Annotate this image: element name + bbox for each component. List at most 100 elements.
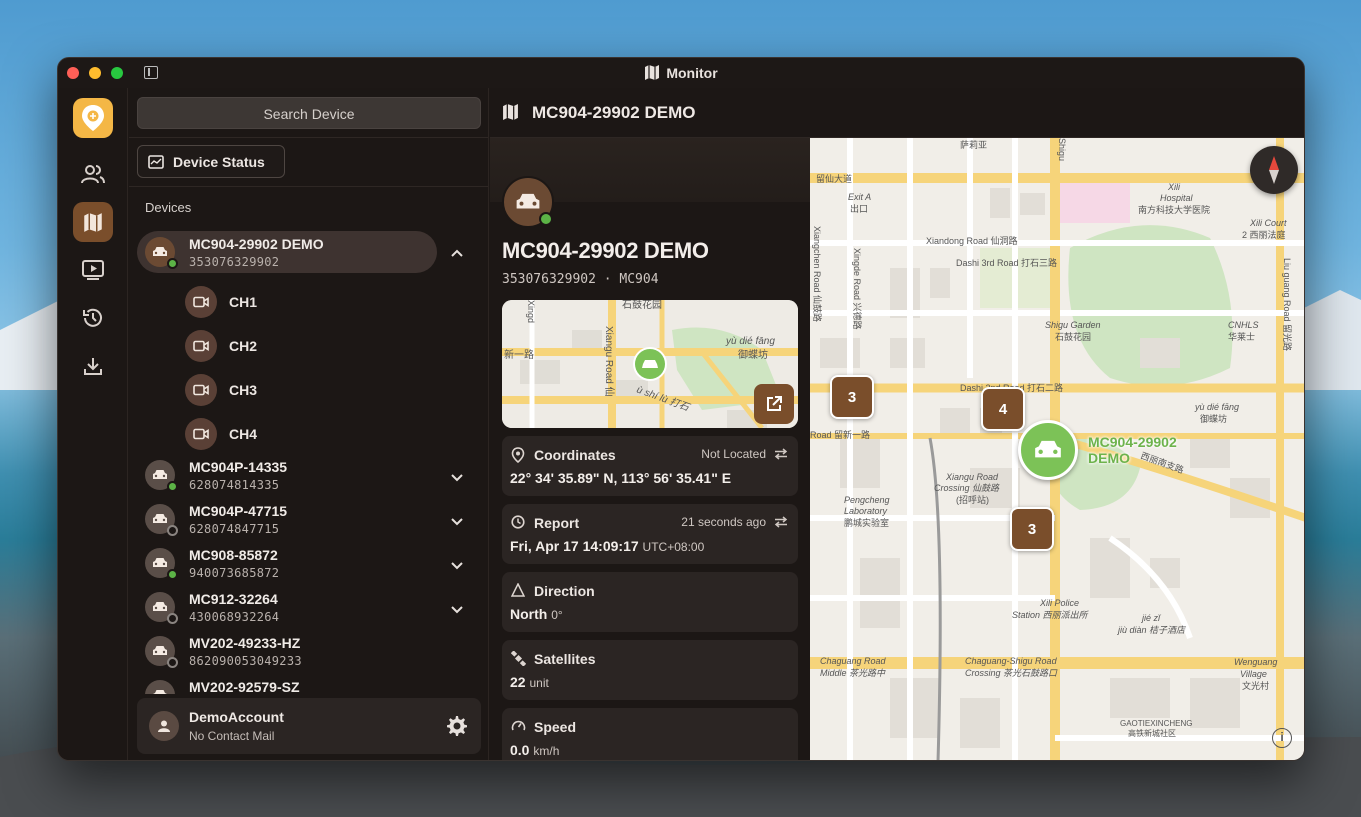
map-label: 华莱士 [1228,331,1255,342]
offline-status-dot [167,657,178,668]
offline-status-dot [167,525,178,536]
page-title: MC904-29902 DEMO [532,103,696,122]
device-avatar [145,636,178,668]
device-name: MC912-32264 [189,591,278,607]
playback-nav-button[interactable] [73,250,113,290]
marker-label-line: MC904-29902 [1088,434,1177,450]
map-label: CNHLS [1228,320,1259,330]
compass-icon [1269,156,1279,184]
device-row[interactable]: MC904P-47715 628074847715 [137,498,437,540]
chevron-down-icon[interactable] [451,603,463,615]
device-name: MC904-29902 DEMO [189,236,324,252]
device-status-button[interactable]: Device Status [137,145,285,178]
map-icon [645,65,660,80]
open-external-button[interactable] [754,384,794,424]
gear-icon[interactable] [445,714,469,738]
map-cluster-marker[interactable]: 3 [830,375,874,419]
online-status-dot [167,569,178,580]
device-name: MC904P-47715 [189,503,288,519]
search-device-button[interactable]: Search Device [137,97,481,129]
car-icon [1035,440,1061,458]
speed-value: 0.0 [510,742,530,758]
map-label: Crossing 茶光石鼓路口 [965,668,1058,678]
map-label: Chaguang Road [820,656,887,666]
map-label: Wenguang [1234,657,1277,667]
nav-rail [58,88,128,760]
car-icon [516,193,540,209]
window-title: Monitor [666,65,718,81]
camera-icon [185,286,217,318]
map-icon [503,104,518,120]
camera-icon [185,330,217,362]
user-avatar-icon [149,711,179,741]
map-icon [84,212,102,232]
map-cluster-marker[interactable]: 4 [981,387,1025,431]
speedometer-icon [511,720,526,731]
download-nav-button[interactable] [73,346,113,386]
map-label: Crossing 仙鼓路 [934,483,1000,493]
satellites-card: Satellites 22 unit [502,640,798,700]
map-label: Pengcheng [844,495,890,505]
map-label: Hospital [1160,193,1194,203]
direction-card: Direction North 0° [502,572,798,632]
map-view[interactable]: 萨莉亚 留仙大道 Exit A 出口 Xili Hospital 南方科技大学医… [810,138,1304,760]
content-header: MC904-29902 DEMO [490,88,1304,138]
device-row[interactable]: MV202-92579-SZ [137,674,437,694]
map-label: 鹏城实验室 [844,517,889,528]
compass-button[interactable] [1250,146,1298,194]
satellites-value: 22 [510,674,526,690]
chevron-up-icon[interactable] [451,248,463,260]
device-imei: 430068932264 [189,610,280,624]
map-label: Xili Police [1039,598,1079,608]
account-card[interactable]: DemoAccount No Contact Mail [137,698,481,754]
map-label: Road 留新一路 [810,429,870,440]
satellites-unit: unit [529,676,549,690]
users-nav-button[interactable] [73,154,113,194]
device-avatar [145,237,178,269]
mini-map[interactable]: 石鼓花园 yù dié fāng 御蝶坊 新一路 Xiangu Road 仙 ù… [502,300,798,428]
map-label: 御蝶坊 [738,348,768,361]
title-bar: Monitor [58,58,1304,88]
online-status-dot [167,258,178,269]
coordinates-card: Coordinates Not Located 22° 34' 35.89" N… [502,436,798,496]
online-status-dot [539,212,553,226]
device-row[interactable]: MC908-85872 940073685872 [137,542,437,584]
video-play-icon [82,260,104,280]
satellites-title: Satellites [534,651,596,667]
device-detail-name: MC904-29902 DEMO [502,238,709,263]
download-icon [84,358,102,375]
coordinates-title: Coordinates [534,447,616,463]
map-nav-button[interactable] [73,202,113,242]
chevron-down-icon[interactable] [451,559,463,571]
car-icon [153,514,167,523]
map-label: Laboratory [844,506,888,516]
map-cluster-marker[interactable]: 3 [1010,507,1054,551]
map-label: 新一路 [504,348,534,361]
device-imei: 862090053049233 [189,654,302,668]
direction-title: Direction [534,583,595,599]
device-row[interactable]: MC912-32264 430068932264 [137,586,437,628]
device-map-marker[interactable] [1018,420,1078,480]
history-nav-button[interactable] [73,298,113,338]
device-detail-subtitle: 353076329902 · MC904 [502,272,659,287]
swap-icon[interactable] [774,448,788,460]
location-pin-icon [82,105,104,131]
map-info-button[interactable]: i [1272,728,1292,748]
map-label: Xili [1167,182,1181,192]
swap-icon[interactable] [774,516,788,528]
account-mail: No Contact Mail [189,729,275,743]
device-row[interactable]: MV202-49233-HZ 862090053049233 [137,630,437,672]
car-icon [153,558,167,567]
chevron-down-icon[interactable] [451,515,463,527]
chevron-down-icon[interactable] [451,471,463,483]
device-imei: 628074814335 [189,478,280,492]
divider [129,186,488,187]
report-title: Report [534,515,580,531]
device-avatar [145,592,178,624]
channel-label: CH4 [229,426,258,442]
map-label: 文光村 [1242,680,1269,691]
account-name: DemoAccount [189,709,284,725]
device-name: MV202-92579-SZ [189,679,300,694]
device-row[interactable]: MC904P-14335 628074814335 [137,454,437,496]
device-row[interactable]: MC904-29902 DEMO 353076329902 [137,231,437,273]
